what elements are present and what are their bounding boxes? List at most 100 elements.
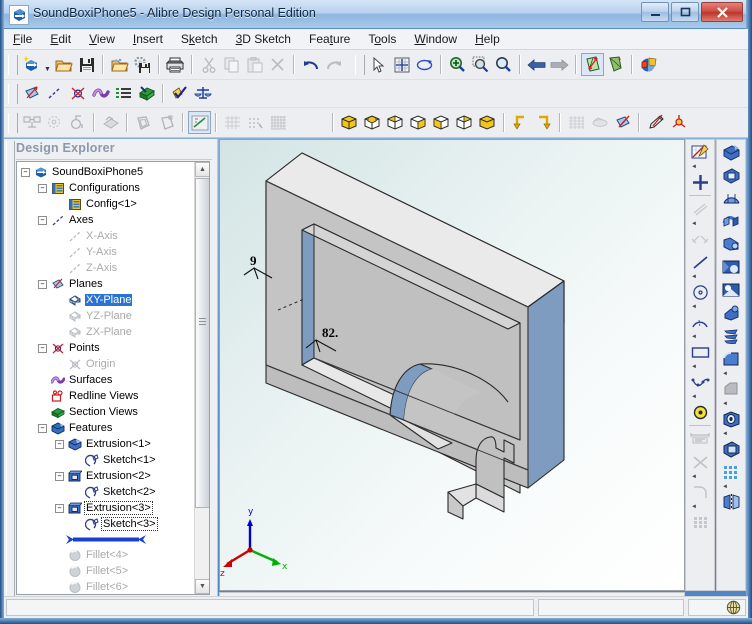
tree-node-features[interactable]: – Features bbox=[17, 420, 193, 436]
line-tool-flyout-arrow[interactable]: ◄ bbox=[688, 273, 712, 280]
tree-expander[interactable]: – bbox=[38, 343, 47, 353]
extrude-cut-button[interactable] bbox=[430, 111, 453, 134]
status-globe-cell[interactable] bbox=[688, 599, 746, 616]
tree-expander[interactable]: – bbox=[38, 183, 47, 193]
select-tool-button[interactable] bbox=[367, 53, 390, 76]
new-part-button[interactable] bbox=[20, 53, 43, 76]
tree-expander[interactable]: – bbox=[55, 503, 64, 513]
tree-scroll-down-button[interactable]: ▼ bbox=[195, 579, 209, 594]
sweep-vbutton[interactable] bbox=[719, 210, 743, 232]
tree-expander[interactable]: – bbox=[55, 439, 64, 449]
menu-3d-sketch[interactable]: 3D Sketch bbox=[227, 30, 300, 48]
loft-boss-button[interactable] bbox=[407, 111, 430, 134]
save-button[interactable] bbox=[75, 53, 98, 76]
spline-tool-flyout-arrow[interactable]: ◄ bbox=[688, 393, 712, 400]
tree-node-x-axis[interactable]: X-Axis bbox=[17, 228, 193, 244]
mirror-vbutton[interactable] bbox=[719, 491, 743, 513]
tree-node-section-views[interactable]: Section Views bbox=[17, 404, 193, 420]
menu-edit[interactable]: Edit bbox=[41, 30, 80, 48]
tree-node-config1[interactable]: Config<1> bbox=[17, 196, 193, 212]
axis-point-button[interactable] bbox=[667, 111, 690, 134]
chamfer-flyout-arrow[interactable]: ◄ bbox=[719, 400, 743, 407]
fillet-corner-flyout-arrow[interactable]: ◄ bbox=[688, 503, 712, 510]
save-to-repository-button[interactable] bbox=[131, 53, 154, 76]
hole-vbutton[interactable] bbox=[719, 408, 743, 430]
revolve-vbutton[interactable] bbox=[719, 187, 743, 209]
tree-node-sketch2[interactable]: Sketch<2> bbox=[17, 484, 193, 500]
bend-left-button[interactable] bbox=[509, 111, 532, 134]
tree-node-planes[interactable]: – Planes bbox=[17, 276, 193, 292]
line-tool-button[interactable] bbox=[688, 251, 712, 273]
circle-tool-button[interactable] bbox=[688, 281, 712, 303]
tree-node-sketch1[interactable]: Sketch<1> bbox=[17, 452, 193, 468]
tree-node-yz-plane[interactable]: YZ-Plane bbox=[17, 308, 193, 324]
tree-node-z-axis[interactable]: Z-Axis bbox=[17, 260, 193, 276]
paint-plane-button[interactable] bbox=[611, 111, 634, 134]
measure-button[interactable] bbox=[168, 82, 191, 105]
sketch-editor-button[interactable] bbox=[688, 141, 712, 163]
tree-node-xy-plane[interactable]: XY-Plane bbox=[17, 292, 193, 308]
pattern-flyout-arrow[interactable]: ◄ bbox=[719, 483, 743, 490]
zoom-fit-button[interactable] bbox=[492, 53, 515, 76]
tree-expander[interactable]: – bbox=[55, 471, 64, 481]
extrude-boss-vbutton[interactable] bbox=[719, 141, 743, 163]
toolbar-grip-view[interactable] bbox=[355, 54, 365, 75]
solid-box-button[interactable] bbox=[476, 111, 499, 134]
3d-viewport[interactable]: y x z 9 82. bbox=[219, 139, 685, 591]
fillet-flyout-arrow[interactable]: ◄ bbox=[719, 370, 743, 377]
reference-point-button[interactable] bbox=[66, 82, 89, 105]
dimension-label-2[interactable]: 82. bbox=[322, 325, 338, 341]
revolve-cut-button[interactable] bbox=[453, 111, 476, 134]
sweep-boss-button[interactable] bbox=[384, 111, 407, 134]
menu-insert[interactable]: Insert bbox=[124, 30, 172, 48]
toolbar-grip-sketch[interactable] bbox=[8, 83, 18, 104]
render-button[interactable] bbox=[637, 53, 660, 76]
tree-scroll-up-button[interactable]: ▲ bbox=[195, 162, 209, 177]
arc-tool-flyout-arrow[interactable]: ◄ bbox=[688, 333, 712, 340]
hole-flyout-arrow[interactable]: ◄ bbox=[719, 430, 743, 437]
tree-expander[interactable]: – bbox=[21, 167, 30, 177]
physical-properties-button[interactable] bbox=[191, 82, 214, 105]
sketch-editor-flyout-arrow[interactable]: ◄ bbox=[688, 163, 712, 170]
extrude-cut-vbutton[interactable] bbox=[719, 164, 743, 186]
tree-node-extrusion3[interactable]: – Extrusion<3> bbox=[17, 500, 193, 516]
circle-tool-flyout-arrow[interactable]: ◄ bbox=[688, 303, 712, 310]
tree-node-y-axis[interactable]: Y-Axis bbox=[17, 244, 193, 260]
pattern-dots-vbutton[interactable] bbox=[719, 461, 743, 483]
rotate-tool-button[interactable] bbox=[413, 53, 436, 76]
tree-expander[interactable]: – bbox=[38, 279, 47, 289]
fillet-blue-vbutton[interactable] bbox=[719, 348, 743, 370]
revolve-boss-button[interactable] bbox=[361, 111, 384, 134]
menu-tools[interactable]: Tools bbox=[359, 30, 405, 48]
previous-view-button[interactable] bbox=[525, 53, 548, 76]
activate-sketch-button[interactable] bbox=[20, 82, 43, 105]
rectangle-tool-button[interactable] bbox=[688, 341, 712, 363]
zoom-window-button[interactable] bbox=[469, 53, 492, 76]
minimize-button[interactable] bbox=[641, 2, 669, 22]
pan-tool-button[interactable] bbox=[390, 53, 413, 76]
menu-feature[interactable]: Feature bbox=[300, 30, 359, 48]
arc-tool-button[interactable] bbox=[688, 311, 712, 333]
tree-scrollbar[interactable]: ▲ ▼ bbox=[194, 162, 209, 594]
zoom-in-button[interactable] bbox=[446, 53, 469, 76]
tree-node-extrusion1[interactable]: – Extrusion<1> bbox=[17, 436, 193, 452]
thread-vbutton[interactable] bbox=[719, 302, 743, 324]
view-plane-button[interactable] bbox=[604, 53, 627, 76]
open-from-repository-button[interactable] bbox=[108, 53, 131, 76]
section-view-button[interactable] bbox=[135, 82, 158, 105]
menu-help[interactable]: Help bbox=[466, 30, 509, 48]
explorer-grip[interactable] bbox=[6, 141, 15, 597]
menu-file[interactable]: File bbox=[4, 30, 41, 48]
loft-vbutton[interactable] bbox=[719, 233, 743, 255]
print-button[interactable] bbox=[164, 53, 187, 76]
tree-expander[interactable]: – bbox=[38, 423, 47, 433]
close-button[interactable] bbox=[701, 2, 743, 22]
tree-node-redline-views[interactable]: Redline Views bbox=[17, 388, 193, 404]
new-part-dropdown[interactable]: ▼ bbox=[43, 50, 52, 80]
menu-view[interactable]: View bbox=[80, 30, 124, 48]
undo-button[interactable] bbox=[299, 53, 322, 76]
tree-scroll-thumb[interactable] bbox=[195, 178, 209, 508]
tree-node-zx-plane[interactable]: ZX-Plane bbox=[17, 324, 193, 340]
list-button[interactable] bbox=[112, 82, 135, 105]
bend-right-button[interactable] bbox=[532, 111, 555, 134]
